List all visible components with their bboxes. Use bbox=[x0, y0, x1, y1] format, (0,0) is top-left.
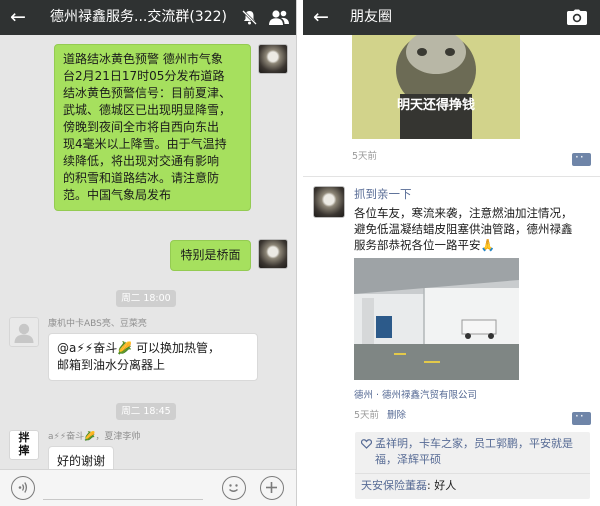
message-bubble-outgoing: 特别是桥面 bbox=[170, 240, 251, 271]
post-photo[interactable] bbox=[354, 258, 519, 380]
default-avatar-icon bbox=[14, 323, 34, 343]
post-divider bbox=[303, 176, 600, 177]
plus-glyph bbox=[266, 482, 277, 493]
chat-title-bar: ← 德州禄鑫服务...交流群(322) bbox=[0, 0, 296, 35]
voice-icon[interactable] bbox=[11, 476, 35, 500]
post-time: 5天前 bbox=[354, 410, 380, 421]
avatar[interactable] bbox=[258, 239, 288, 269]
camera-icon[interactable] bbox=[567, 9, 587, 25]
moments-screen: 明天还得挣钱 ← 朋友圈 5天前 抓到亲一下 各位车友，寒流来袭，注意燃油加注情… bbox=[303, 0, 600, 506]
post-text: 各位车友，寒流来袭，注意燃油加注情况， 避免低温凝结蜡皮阻塞供油管路，德州禄鑫 … bbox=[354, 206, 573, 252]
meme-caption: 明天还得挣钱 bbox=[396, 98, 475, 113]
mute-icon[interactable] bbox=[241, 9, 258, 26]
moments-title-bar: ← 朋友圈 bbox=[303, 0, 600, 35]
emoji-icon[interactable] bbox=[222, 476, 246, 500]
moments-title: 朋友圈 bbox=[350, 9, 392, 25]
avatar[interactable] bbox=[9, 317, 39, 347]
smile-glyph bbox=[229, 484, 238, 492]
group-chat-screen: ← 德州禄鑫服务...交流群(322) 道路结冰黄色预警 德州市气象 台2月21… bbox=[0, 0, 297, 506]
group-members-icon[interactable] bbox=[268, 9, 290, 26]
likes-list[interactable]: 孟祥明，卡车之家，员工郭鹏，平安就是 福，泽辉平硕 bbox=[355, 432, 590, 473]
post-location[interactable]: 德州 · 德州禄鑫汽贸有限公司 bbox=[354, 390, 477, 402]
message-timestamp: 周二 18:00 bbox=[116, 290, 176, 307]
avatar-calligraphy: 拌 摔 bbox=[18, 431, 30, 457]
meme-image[interactable]: 明天还得挣钱 bbox=[352, 22, 520, 139]
avatar[interactable]: 拌 摔 bbox=[9, 430, 39, 460]
comment-text: : 好人 bbox=[427, 479, 457, 492]
heart-icon bbox=[361, 439, 372, 449]
back-arrow-icon[interactable]: ← bbox=[10, 5, 26, 29]
delete-post-link[interactable]: 删除 bbox=[387, 410, 406, 422]
warehouse-scene bbox=[354, 258, 519, 380]
chat-input-bar bbox=[0, 469, 296, 506]
message-bubble-outgoing: 道路结冰黄色预警 德州市气象 台2月21日17时05分发布道路 结冰黄色预警信号… bbox=[54, 44, 251, 211]
comment-icon[interactable] bbox=[572, 409, 591, 425]
message-bubble-incoming: @a⚡⚡奋斗🌽 可以换加热管， 邮箱到油水分离器上 bbox=[48, 333, 258, 381]
chat-title: 德州禄鑫服务...交流群(322) bbox=[50, 9, 227, 25]
comment-author[interactable]: 天安保险董磊 bbox=[361, 479, 427, 492]
plus-icon[interactable] bbox=[260, 476, 284, 500]
message-timestamp: 周二 18:45 bbox=[116, 403, 176, 420]
avatar[interactable] bbox=[313, 186, 345, 218]
voice-waves bbox=[18, 482, 28, 493]
message-sender-name: 康机中卡ABS亮、豆菜亮 bbox=[48, 319, 147, 329]
comment-icon[interactable] bbox=[572, 150, 591, 166]
comment-row[interactable]: 天安保险董磊: 好人 bbox=[355, 474, 590, 499]
avatar[interactable] bbox=[258, 44, 288, 74]
meme-figure bbox=[352, 22, 520, 139]
likes-comments-box: 孟祥明，卡车之家，员工郭鹏，平安就是 福，泽辉平硕 天安保险董磊: 好人 bbox=[355, 432, 590, 499]
post-time: 5天前 bbox=[352, 151, 378, 162]
post-author[interactable]: 抓到亲一下 bbox=[354, 187, 412, 201]
back-arrow-icon[interactable]: ← bbox=[313, 5, 329, 29]
message-sender-name: a⚡⚡奋斗🌽，夏津李帅 bbox=[48, 432, 141, 442]
message-input[interactable] bbox=[43, 499, 203, 500]
